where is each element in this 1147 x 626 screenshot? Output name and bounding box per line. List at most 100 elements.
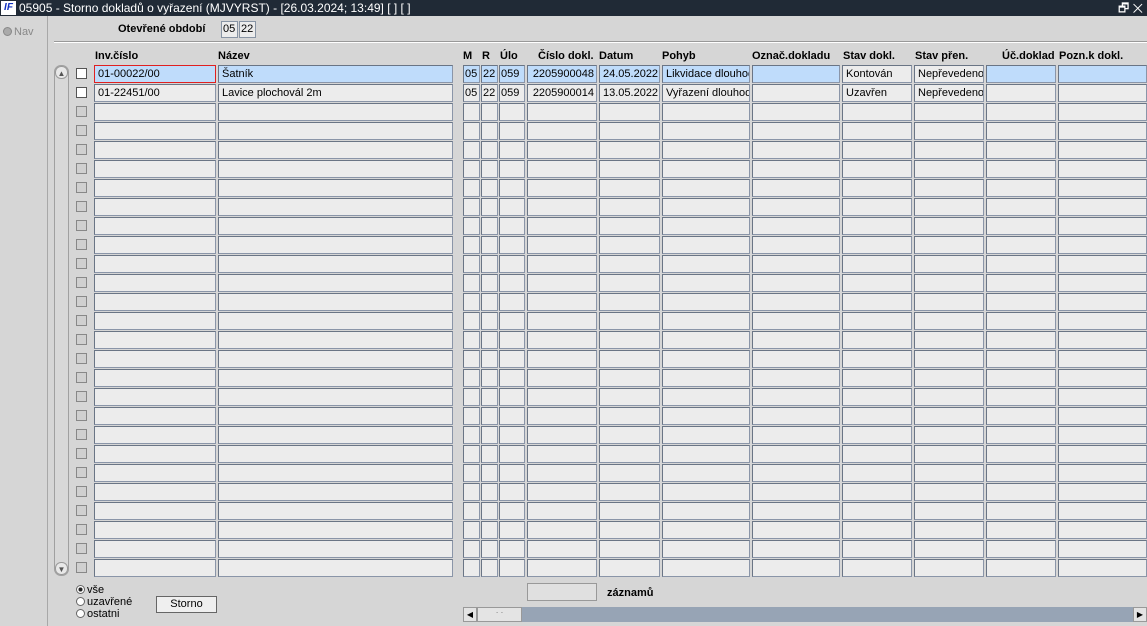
- nav-radio[interactable]: Nav: [3, 26, 34, 38]
- cell-m[interactable]: [463, 483, 480, 501]
- cell-nazev[interactable]: [218, 274, 453, 292]
- cell-inv-cislo[interactable]: [94, 198, 216, 216]
- cell-pozn-k-dokl[interactable]: [1058, 160, 1147, 178]
- cell-uc-doklad[interactable]: [986, 122, 1056, 140]
- cell-inv-cislo[interactable]: [94, 122, 216, 140]
- cell-m[interactable]: [463, 274, 480, 292]
- cell-oznac-dokladu[interactable]: [752, 350, 840, 368]
- filter-radio-1[interactable]: uzavřené: [76, 596, 132, 608]
- cell-cislo-dokl[interactable]: [527, 160, 597, 178]
- cell-pozn-k-dokl[interactable]: [1058, 331, 1147, 349]
- cell-datum[interactable]: [599, 103, 660, 121]
- cell-r[interactable]: [481, 445, 498, 463]
- cell-r[interactable]: [481, 369, 498, 387]
- cell-cislo-dokl[interactable]: [527, 540, 597, 558]
- cell-ulo[interactable]: 059: [499, 65, 525, 83]
- cell-stav-dokl[interactable]: [842, 217, 912, 235]
- cell-ulo[interactable]: [499, 103, 525, 121]
- cell-pohyb[interactable]: [662, 483, 750, 501]
- cell-datum[interactable]: [599, 502, 660, 520]
- cell-nazev[interactable]: Lavice plochovál 2m: [218, 84, 453, 102]
- cell-r[interactable]: [481, 198, 498, 216]
- cell-m[interactable]: [463, 521, 480, 539]
- cell-oznac-dokladu[interactable]: [752, 179, 840, 197]
- row-checkbox[interactable]: [76, 258, 87, 269]
- cell-datum[interactable]: [599, 445, 660, 463]
- cell-pohyb[interactable]: [662, 122, 750, 140]
- cell-nazev[interactable]: [218, 236, 453, 254]
- cell-stav-dokl[interactable]: [842, 445, 912, 463]
- cell-stav-pren[interactable]: [914, 179, 984, 197]
- row-checkbox[interactable]: [76, 429, 87, 440]
- cell-cislo-dokl[interactable]: [527, 369, 597, 387]
- cell-oznac-dokladu[interactable]: [752, 445, 840, 463]
- cell-stav-dokl[interactable]: [842, 293, 912, 311]
- cell-r[interactable]: [481, 407, 498, 425]
- cell-inv-cislo[interactable]: [94, 236, 216, 254]
- cell-stav-pren[interactable]: [914, 236, 984, 254]
- cell-inv-cislo[interactable]: [94, 255, 216, 273]
- restore-icon[interactable]: 🗗: [1118, 1, 1129, 15]
- row-checkbox[interactable]: [76, 353, 87, 364]
- cell-datum[interactable]: 13.05.2022: [599, 84, 660, 102]
- cell-stav-pren[interactable]: [914, 217, 984, 235]
- scroll-thumb[interactable]: · ·: [477, 607, 522, 622]
- cell-m[interactable]: [463, 388, 480, 406]
- cell-nazev[interactable]: [218, 217, 453, 235]
- cell-m[interactable]: [463, 426, 480, 444]
- cell-stav-dokl[interactable]: [842, 312, 912, 330]
- cell-pohyb[interactable]: [662, 274, 750, 292]
- cell-cislo-dokl[interactable]: [527, 217, 597, 235]
- cell-m[interactable]: [463, 502, 480, 520]
- cell-stav-pren[interactable]: [914, 426, 984, 444]
- cell-pohyb[interactable]: Vyřazení dlouhod: [662, 84, 750, 102]
- cell-nazev[interactable]: Šatník: [218, 65, 453, 83]
- cell-r[interactable]: [481, 483, 498, 501]
- cell-nazev[interactable]: [218, 369, 453, 387]
- cell-ulo[interactable]: [499, 502, 525, 520]
- cell-pohyb[interactable]: [662, 521, 750, 539]
- cell-stav-dokl[interactable]: [842, 198, 912, 216]
- cell-ulo[interactable]: [499, 331, 525, 349]
- cell-stav-pren[interactable]: [914, 502, 984, 520]
- cell-cislo-dokl[interactable]: [527, 350, 597, 368]
- cell-oznac-dokladu[interactable]: [752, 217, 840, 235]
- cell-ulo[interactable]: [499, 369, 525, 387]
- cell-m[interactable]: [463, 407, 480, 425]
- cell-inv-cislo[interactable]: [94, 445, 216, 463]
- row-checkbox[interactable]: [76, 372, 87, 383]
- cell-stav-dokl[interactable]: [842, 236, 912, 254]
- cell-uc-doklad[interactable]: [986, 141, 1056, 159]
- cell-nazev[interactable]: [218, 407, 453, 425]
- cell-cislo-dokl[interactable]: [527, 331, 597, 349]
- cell-cislo-dokl[interactable]: 2205900014: [527, 84, 597, 102]
- cell-stav-pren[interactable]: [914, 103, 984, 121]
- cell-stav-dokl[interactable]: [842, 540, 912, 558]
- cell-pozn-k-dokl[interactable]: [1058, 464, 1147, 482]
- cell-nazev[interactable]: [218, 559, 453, 577]
- vertical-scrollbar[interactable]: ▲ ▼: [54, 65, 69, 576]
- cell-ulo[interactable]: [499, 312, 525, 330]
- cell-pozn-k-dokl[interactable]: [1058, 540, 1147, 558]
- row-checkbox[interactable]: [76, 277, 87, 288]
- cell-pozn-k-dokl[interactable]: [1058, 217, 1147, 235]
- cell-ulo[interactable]: [499, 483, 525, 501]
- cell-uc-doklad[interactable]: [986, 521, 1056, 539]
- cell-oznac-dokladu[interactable]: [752, 540, 840, 558]
- cell-stav-pren[interactable]: [914, 521, 984, 539]
- cell-cislo-dokl[interactable]: [527, 521, 597, 539]
- cell-stav-pren[interactable]: [914, 293, 984, 311]
- row-checkbox[interactable]: [76, 467, 87, 478]
- cell-inv-cislo[interactable]: [94, 369, 216, 387]
- cell-nazev[interactable]: [218, 293, 453, 311]
- cell-pozn-k-dokl[interactable]: [1058, 502, 1147, 520]
- cell-nazev[interactable]: [218, 103, 453, 121]
- cell-stav-pren[interactable]: [914, 141, 984, 159]
- cell-datum[interactable]: [599, 312, 660, 330]
- cell-nazev[interactable]: [218, 255, 453, 273]
- cell-cislo-dokl[interactable]: [527, 464, 597, 482]
- cell-pohyb[interactable]: [662, 217, 750, 235]
- cell-pohyb[interactable]: [662, 331, 750, 349]
- cell-pozn-k-dokl[interactable]: [1058, 407, 1147, 425]
- cell-pohyb[interactable]: [662, 426, 750, 444]
